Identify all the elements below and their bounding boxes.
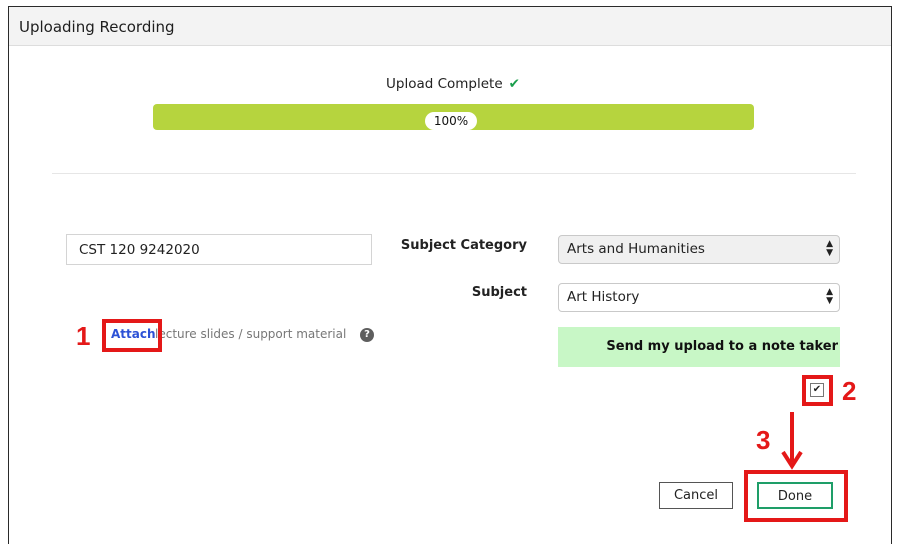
upload-status: Upload Complete ✔ <box>386 76 520 92</box>
recording-title-input[interactable]: CST 120 9242020 <box>66 234 372 265</box>
note-taker-banner: Send my upload to a note taker <box>558 327 840 367</box>
annotation-arrow-icon <box>781 412 803 470</box>
annotation-box-done <box>744 470 848 522</box>
select-arrows-icon: ▲ ▼ <box>826 239 833 258</box>
checkmark-icon: ✔ <box>508 76 520 92</box>
select-arrows-icon: ▲ ▼ <box>826 287 833 306</box>
subject-category-label: Subject Category <box>400 238 527 253</box>
progress-percent-label: 100% <box>425 112 477 130</box>
help-icon[interactable]: ? <box>360 328 374 342</box>
subject-label: Subject <box>471 285 527 300</box>
upload-status-text: Upload Complete <box>386 76 503 92</box>
annotation-step-2: 2 <box>842 376 857 406</box>
dialog-titlebar: Uploading Recording <box>9 7 891 46</box>
annotation-step-1: 1 <box>76 321 91 351</box>
attach-description: lecture slides / support material <box>155 327 347 341</box>
annotation-box-attach <box>102 319 162 352</box>
dialog-title: Uploading Recording <box>19 18 175 36</box>
divider <box>52 173 856 174</box>
annotation-box-checkbox <box>802 375 833 406</box>
cancel-button[interactable]: Cancel <box>659 482 733 509</box>
subject-select[interactable]: Art History ▲ ▼ <box>558 283 840 312</box>
subject-value: Art History <box>567 289 640 305</box>
subject-category-select[interactable]: Arts and Humanities ▲ ▼ <box>558 235 840 264</box>
subject-category-value: Arts and Humanities <box>567 241 705 257</box>
annotation-step-3: 3 <box>756 425 771 455</box>
